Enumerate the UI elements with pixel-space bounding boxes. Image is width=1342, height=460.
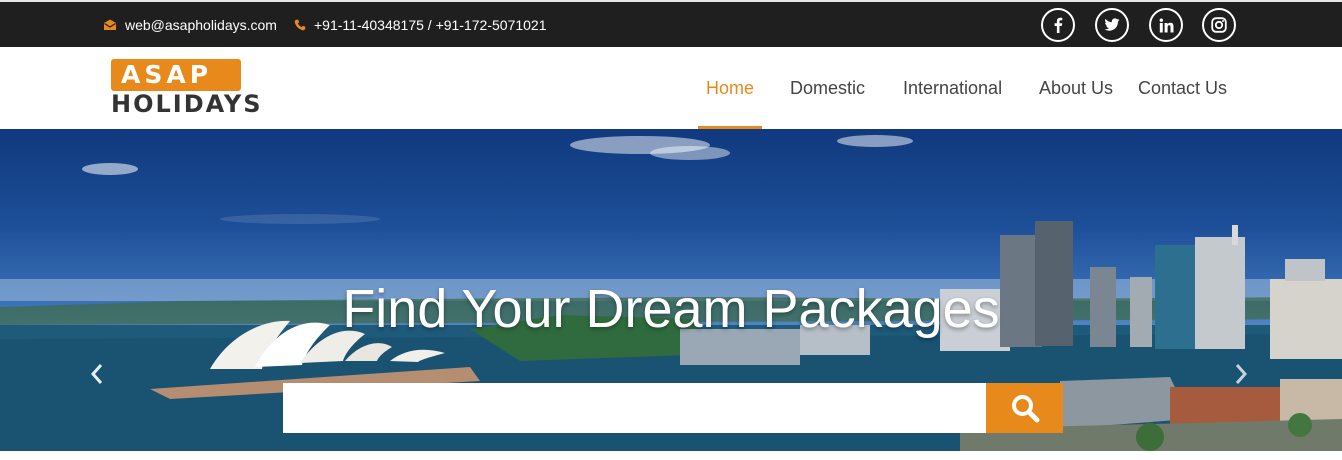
chevron-right-icon — [1235, 364, 1248, 384]
top-bar: web@asapholidays.com +91-11-40348175 / +… — [0, 0, 1342, 47]
email-text: web@asapholidays.com — [125, 16, 277, 33]
phone-icon — [294, 19, 306, 30]
linkedin-icon — [1159, 18, 1173, 32]
search-button[interactable] — [986, 383, 1063, 433]
hero-banner: Find Your Dream Packages — [0, 129, 1342, 451]
twitter-link[interactable] — [1095, 8, 1129, 42]
asap-holidays-logo[interactable]: ASAP HOLIDAYS — [111, 59, 293, 119]
carousel-next-button[interactable] — [1229, 359, 1253, 389]
nav-home[interactable]: Home — [698, 47, 762, 129]
page-bottom-strip — [0, 451, 1342, 460]
phone-text: +91-11-40348175 / +91-172-5071021 — [314, 16, 547, 33]
facebook-link[interactable] — [1041, 8, 1075, 42]
twitter-icon — [1104, 18, 1120, 31]
chevron-left-icon — [90, 364, 103, 384]
logo-top-text: ASAP — [111, 59, 241, 91]
nav-about-us[interactable]: About Us — [1039, 47, 1113, 129]
site-header: ASAP HOLIDAYS Home Domestic Internationa… — [0, 47, 1342, 129]
logo-bottom-text: HOLIDAYS — [111, 90, 263, 118]
facebook-icon — [1054, 17, 1063, 33]
search-icon — [1011, 395, 1039, 423]
envelope-icon — [104, 19, 116, 30]
contact-email[interactable]: web@asapholidays.com — [103, 2, 277, 47]
carousel-prev-button[interactable] — [85, 359, 109, 389]
contact-phone[interactable]: +91-11-40348175 / +91-172-5071021 — [294, 2, 547, 47]
hero-title: Find Your Dream Packages — [342, 279, 1000, 339]
package-search-input[interactable] — [283, 383, 986, 433]
nav-contact-us[interactable]: Contact Us — [1138, 47, 1227, 129]
instagram-link[interactable] — [1202, 8, 1236, 42]
nav-domestic[interactable]: Domestic — [790, 47, 865, 129]
instagram-icon — [1211, 17, 1227, 33]
nav-international[interactable]: International — [903, 47, 1002, 129]
linkedin-link[interactable] — [1149, 8, 1183, 42]
